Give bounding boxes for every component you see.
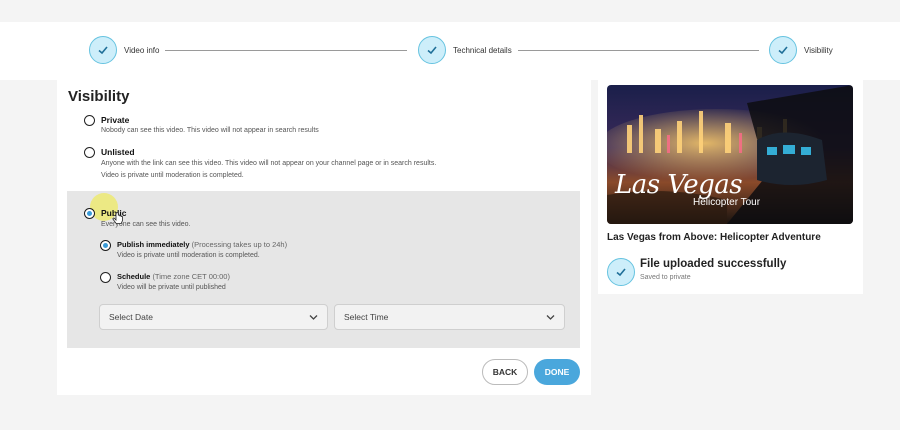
private-description: Nobody can see this video. This video wi… <box>101 127 319 134</box>
publish-immediately-label: Publish immediately (Processing takes up… <box>117 240 287 249</box>
video-thumbnail[interactable]: Las Vegas Helicopter Tour <box>607 85 853 224</box>
select-time-dropdown[interactable]: Select Time <box>334 304 565 330</box>
check-icon <box>89 36 117 64</box>
schedule-title: Schedule <box>117 272 151 281</box>
step-label: Visibility <box>804 45 833 55</box>
back-button[interactable]: BACK <box>482 359 528 385</box>
unlisted-label: Unlisted <box>101 147 135 157</box>
select-date-value: Select Date <box>109 312 153 322</box>
public-options-panel: Public Everyone can see this video. Publ… <box>67 191 580 348</box>
schedule-label: Schedule (Time zone CET 00:00) <box>117 272 230 281</box>
private-label: Private <box>101 115 130 125</box>
private-radio[interactable] <box>84 115 95 126</box>
thumbnail-title: Las Vegas <box>615 170 743 200</box>
step-connector <box>165 50 407 51</box>
visibility-card: Visibility Private Nobody can see this v… <box>57 77 591 395</box>
upload-status: File uploaded successfully <box>640 258 787 270</box>
step-connector <box>518 50 759 51</box>
schedule-description: Video will be private until published <box>117 284 226 291</box>
schedule-note: (Time zone CET 00:00) <box>152 272 230 281</box>
unlisted-moderation-note: Video is private until moderation is com… <box>101 172 244 179</box>
progress-stepper: Video info Technical details Visibility <box>0 22 900 80</box>
step-visibility[interactable]: Visibility <box>769 36 833 64</box>
publish-immediately-description: Video is private until moderation is com… <box>117 252 260 259</box>
video-title: Las Vegas from Above: Helicopter Adventu… <box>607 232 821 243</box>
publish-immediately-note: (Processing takes up to 24h) <box>191 240 288 249</box>
publish-immediately-title: Publish immediately <box>117 240 190 249</box>
check-icon <box>769 36 797 64</box>
section-title: Visibility <box>68 88 130 105</box>
done-button[interactable]: DONE <box>534 359 580 385</box>
unlisted-radio[interactable] <box>84 147 95 158</box>
chevron-down-icon <box>309 315 318 320</box>
thumbnail-subtitle: Helicopter Tour <box>693 197 761 208</box>
step-technical-details[interactable]: Technical details <box>418 36 512 64</box>
step-video-info[interactable]: Video info <box>89 36 159 64</box>
check-icon <box>418 36 446 64</box>
select-time-value: Select Time <box>344 312 389 322</box>
step-label: Video info <box>124 45 160 55</box>
upload-substatus: Saved to private <box>640 274 691 281</box>
chevron-down-icon <box>546 315 555 320</box>
publish-immediately-radio[interactable] <box>100 240 111 251</box>
schedule-radio[interactable] <box>100 272 111 283</box>
select-date-dropdown[interactable]: Select Date <box>99 304 328 330</box>
unlisted-description: Anyone with the link can see this video.… <box>101 160 437 167</box>
public-radio[interactable] <box>84 208 95 219</box>
video-preview-card: Las Vegas Helicopter Tour Las Vegas from… <box>598 77 863 294</box>
step-label: Technical details <box>453 45 512 55</box>
check-icon <box>607 258 635 286</box>
hand-cursor-icon <box>112 212 123 224</box>
